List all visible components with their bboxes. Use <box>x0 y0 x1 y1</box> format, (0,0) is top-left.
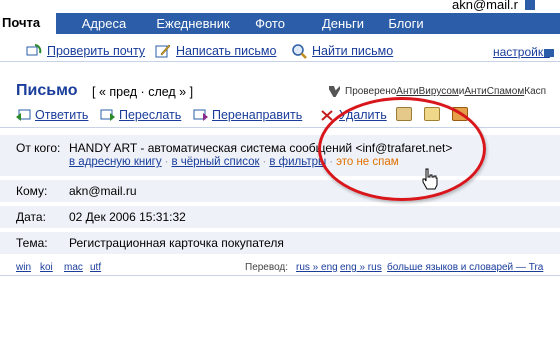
reply-icon <box>16 109 31 122</box>
tab-photo[interactable]: Фото <box>250 13 290 34</box>
hand-cursor-icon <box>421 168 439 190</box>
translate-eng-rus-link[interactable]: eng » rus <box>340 262 382 273</box>
nav-separator: · <box>137 85 149 99</box>
top-tab-bar: Почта Адреса Ежедневник Фото Деньги Блог… <box>0 0 560 34</box>
to-value: akn@mail.ru <box>69 184 137 198</box>
encoding-win-link[interactable]: win <box>16 262 31 273</box>
forward-label: Переслать <box>119 108 182 122</box>
add-to-filters-link[interactable]: в фильтры <box>269 156 326 168</box>
redirect-icon <box>193 109 208 122</box>
reply-label: Ответить <box>35 108 89 122</box>
tab-contacts[interactable]: Адреса <box>74 13 134 34</box>
encoding-koi-link[interactable]: koi <box>40 262 53 273</box>
settings-icon[interactable] <box>544 49 554 57</box>
encoding-mac-link[interactable]: mac <box>64 262 83 273</box>
check-mail-label: Проверить почту <box>47 44 146 58</box>
forward-icon <box>100 109 115 122</box>
highlight-ellipse <box>318 97 486 201</box>
subject-label: Тема: <box>16 236 48 250</box>
pencil-icon <box>155 43 171 59</box>
separator-dot: · <box>262 156 267 168</box>
page-title: Письмо <box>16 82 78 99</box>
translate-more-link[interactable]: больше языков и словарей — Tra <box>387 262 543 273</box>
redirect-label: Перенаправить <box>212 108 303 122</box>
message-navigation: [ « пред · след » ] <box>92 85 193 99</box>
antivirus-link[interactable]: АнтиВирусом <box>396 86 459 97</box>
nav-close-bracket: » ] <box>175 85 194 99</box>
tab-money[interactable]: Деньги <box>318 13 368 34</box>
add-to-addressbook-link[interactable]: в адресную книгу <box>69 156 162 168</box>
magnifier-icon <box>291 43 307 59</box>
check-mail-button[interactable]: Проверить почту <box>26 43 145 59</box>
antispam-link[interactable]: АнтиСпамом <box>464 86 524 97</box>
kaspersky-icon <box>329 86 340 97</box>
mail-toolbar: Проверить почту Написать письмо Найти пи… <box>0 40 560 62</box>
add-to-blacklist-link[interactable]: в чёрный список <box>171 156 259 168</box>
reply-button[interactable]: Ответить <box>16 108 88 122</box>
nav-open-bracket: [ « <box>92 85 110 99</box>
tab-mail[interactable]: Почта <box>0 13 56 34</box>
compose-label: Написать письмо <box>176 44 277 58</box>
refresh-icon <box>26 43 42 59</box>
separator-dot: · <box>164 156 169 168</box>
to-label: Кому: <box>16 184 48 198</box>
date-label: Дата: <box>16 210 46 224</box>
compose-button[interactable]: Написать письмо <box>155 43 276 59</box>
subject-value: Регистрационная карточка покупателя <box>69 236 284 250</box>
settings-link[interactable]: настройки <box>493 45 550 59</box>
next-message-link[interactable]: след <box>148 85 176 99</box>
av-prefix: Проверено <box>345 86 397 97</box>
tab-blogs[interactable]: Блоги <box>386 13 426 34</box>
prev-message-link[interactable]: пред <box>109 85 137 99</box>
date-value: 02 Дек 2006 15:31:32 <box>69 210 186 224</box>
user-menu-icon[interactable] <box>525 0 535 10</box>
translate-label: Перевод: <box>245 262 289 273</box>
av-suffix: Касп <box>524 86 547 97</box>
from-label: От кого: <box>16 141 61 155</box>
redirect-button[interactable]: Перенаправить <box>193 108 302 122</box>
encoding-translate-row: win koi mac utf Перевод: rus » eng eng »… <box>0 260 560 276</box>
find-mail-label: Найти письмо <box>312 44 394 58</box>
translate-rus-eng-link[interactable]: rus » eng <box>296 262 338 273</box>
find-mail-button[interactable]: Найти письмо <box>291 43 393 59</box>
forward-button[interactable]: Переслать <box>100 108 181 122</box>
encoding-utf-link[interactable]: utf <box>90 262 101 273</box>
user-email[interactable]: akn@mail.r <box>452 0 518 12</box>
antivirus-status: Проверено АнтиВирусом и АнтиСпамом Касп <box>329 86 546 97</box>
tab-calendar[interactable]: Ежедневник <box>150 13 236 34</box>
